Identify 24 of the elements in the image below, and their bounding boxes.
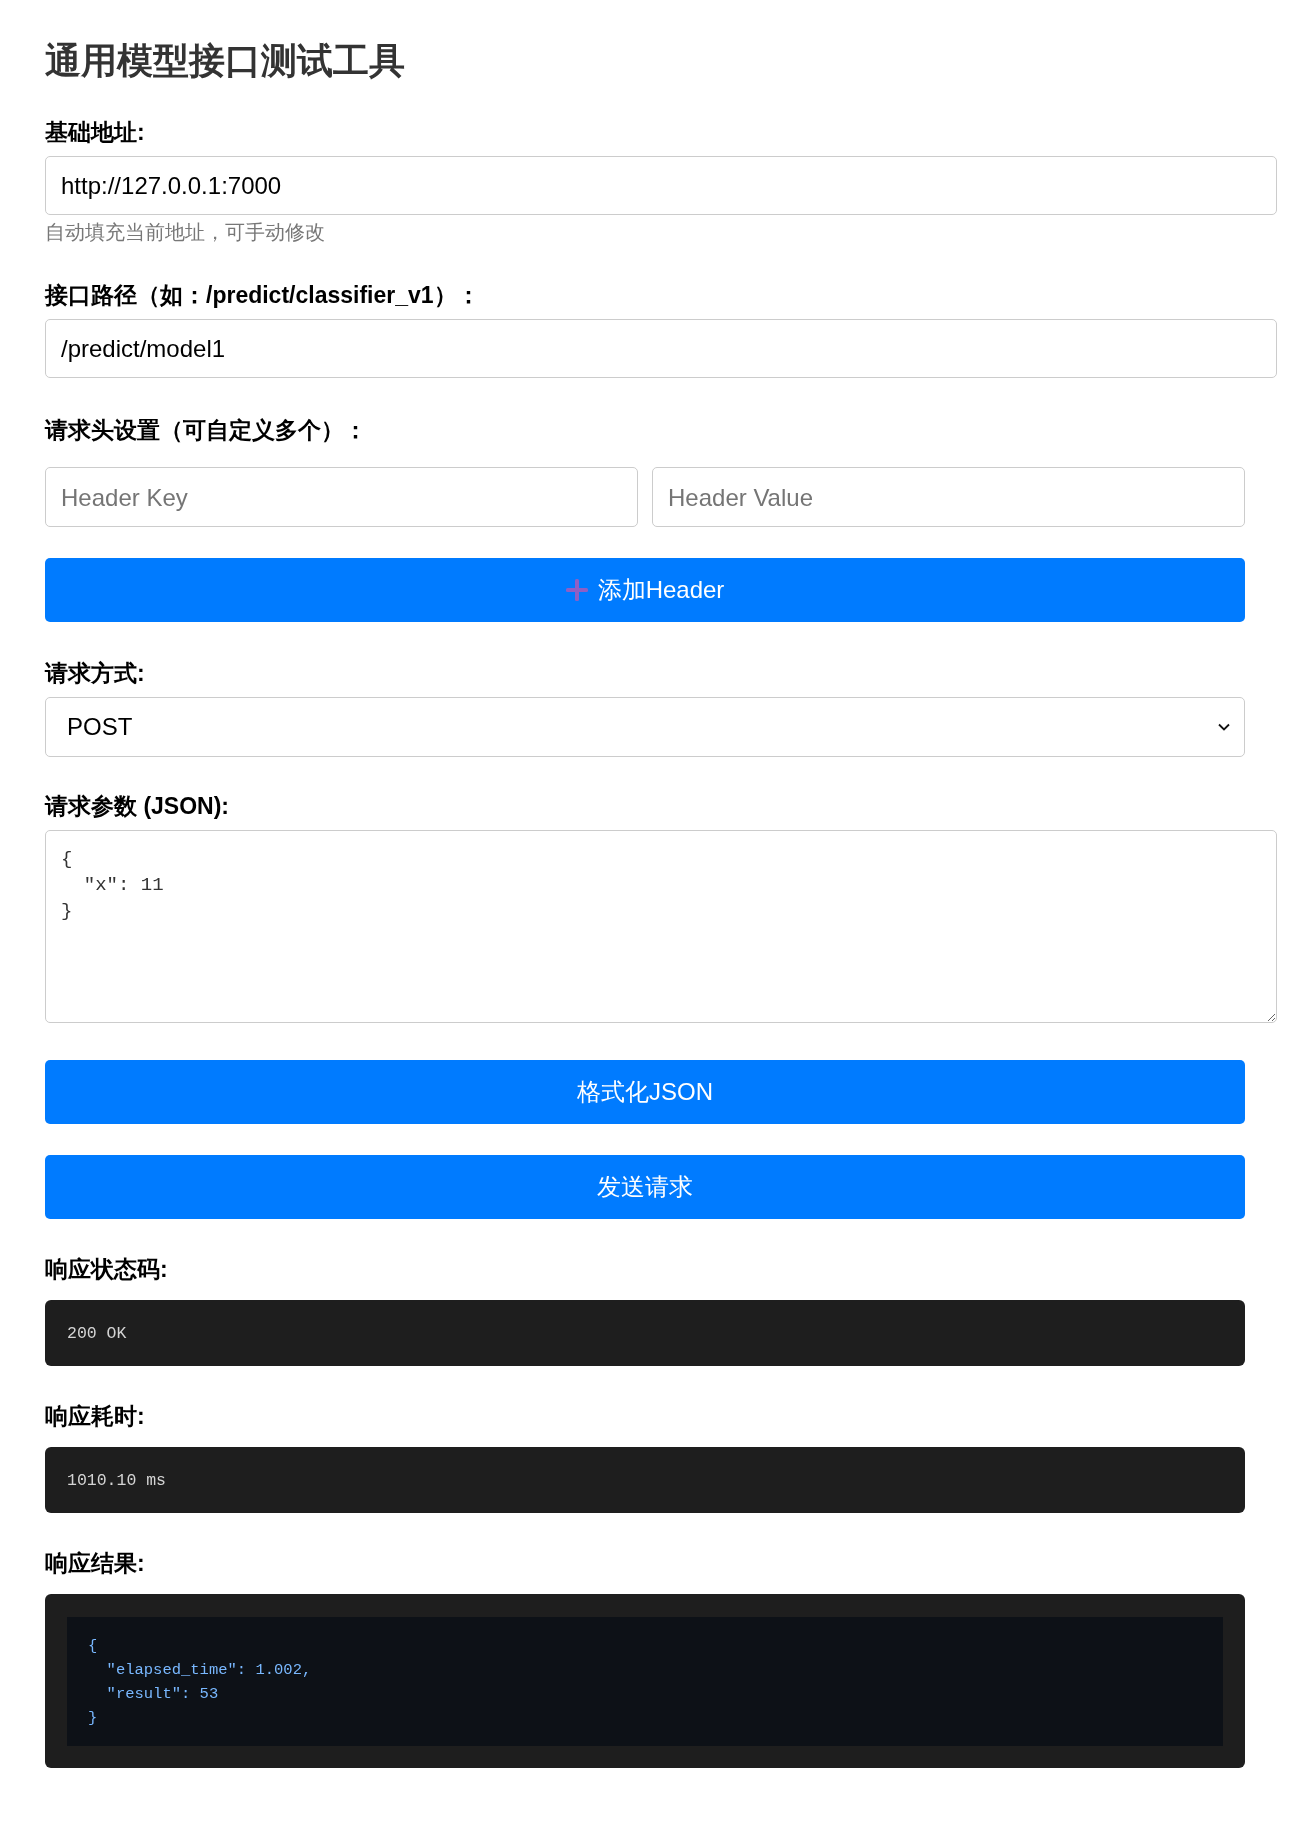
method-label: 请求方式:: [45, 659, 146, 687]
base-url-input[interactable]: http://127.0.0.1:7000: [45, 156, 1277, 215]
plus-icon: [565, 579, 588, 601]
header-value-input[interactable]: Header Value: [652, 467, 1245, 527]
params-textarea[interactable]: { "x": 11 }: [45, 830, 1277, 1023]
method-select[interactable]: POST: [45, 697, 1245, 757]
api-path-label: 接口路径（如：/predict/classifier_v1）：: [45, 281, 481, 309]
elapsed-time-output: 1010.10 ms: [45, 1447, 1245, 1513]
status-code-output: 200 OK: [45, 1300, 1245, 1366]
base-url-label: 基础地址:: [45, 118, 146, 146]
hint-text: 自动填充当前地址，可手动修改: [45, 221, 326, 243]
add-header-button[interactable]: 添加Header: [45, 558, 1245, 622]
status-code-label: 响应状态码:: [45, 1255, 169, 1283]
elapsed-time-label: 响应耗时:: [45, 1402, 146, 1430]
result-code-block: { "elapsed_time": 1.002, "result": 53 }: [67, 1617, 1223, 1746]
chevron-down-icon: [1218, 723, 1230, 731]
headers-label: 请求头设置（可自定义多个）：: [45, 416, 368, 444]
params-label: 请求参数 (JSON):: [45, 792, 230, 820]
send-request-button[interactable]: 发送请求: [45, 1155, 1245, 1219]
format-json-button[interactable]: 格式化JSON: [45, 1060, 1245, 1124]
result-label: 响应结果:: [45, 1549, 146, 1577]
api-path-input[interactable]: /predict/model1: [45, 319, 1277, 378]
header-key-input[interactable]: Header Key: [45, 467, 638, 527]
page-title: 通用模型接口测试工具: [45, 41, 406, 81]
